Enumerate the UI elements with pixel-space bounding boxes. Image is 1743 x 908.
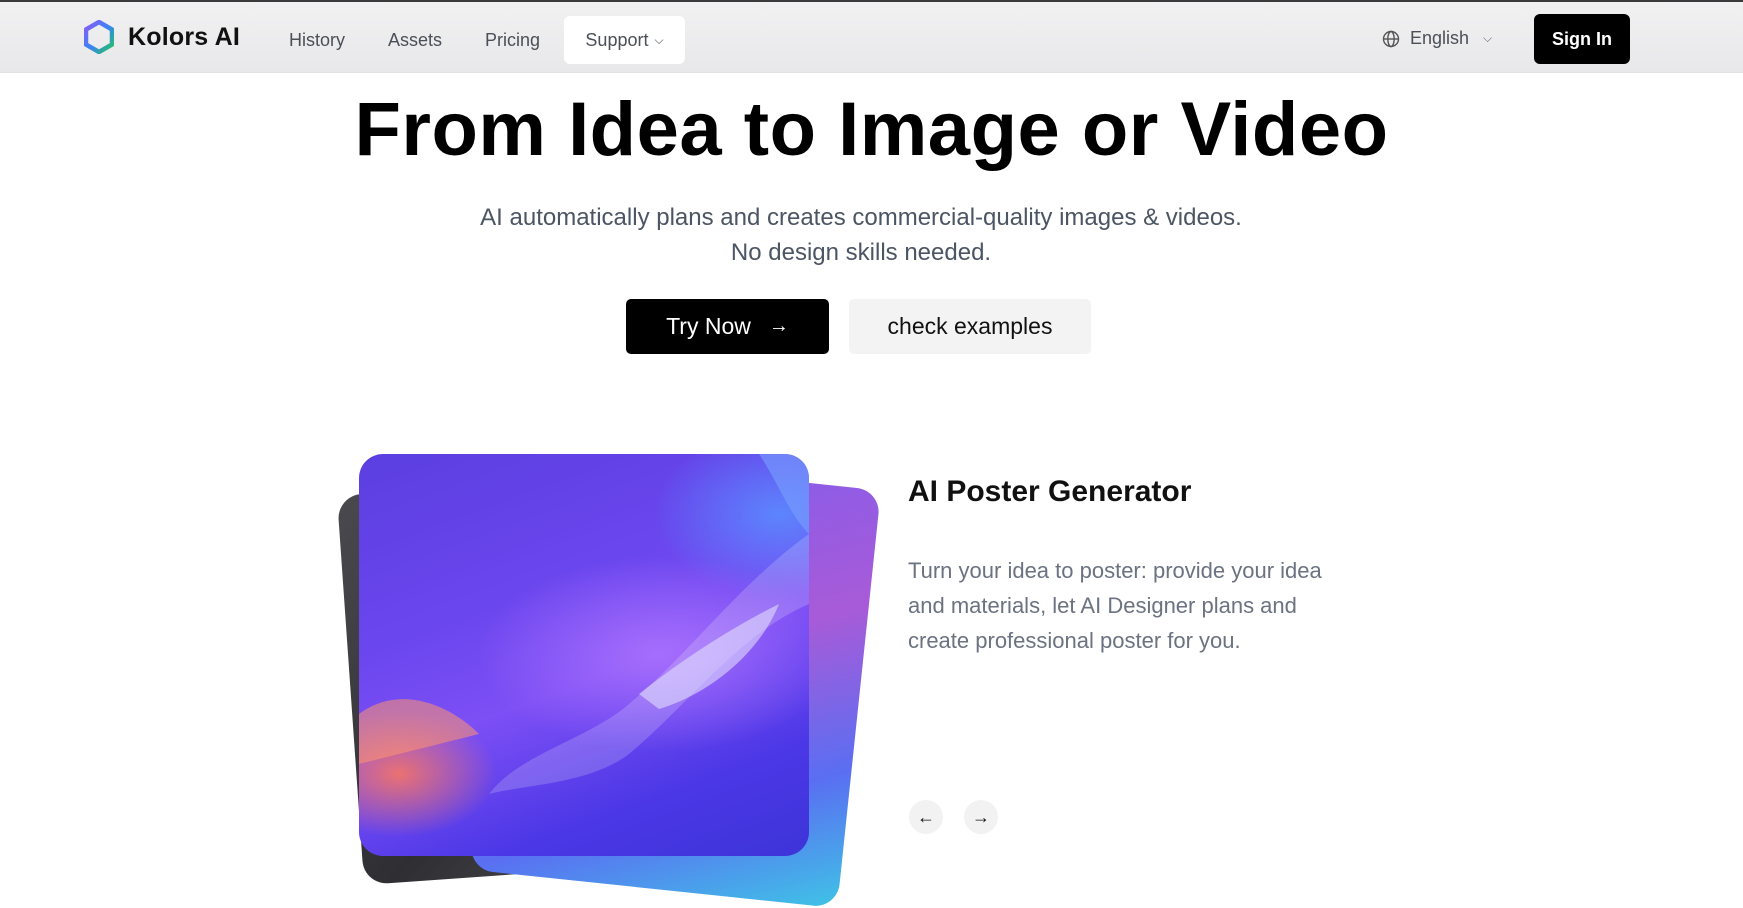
poster-card-stack <box>330 440 881 908</box>
check-examples-button[interactable]: check examples <box>849 299 1091 354</box>
feature-description: Turn your idea to poster: provide your i… <box>908 558 1322 653</box>
nav-history[interactable]: History <box>289 16 345 64</box>
hexagon-logo-icon <box>84 20 114 54</box>
poster-card-front <box>359 454 809 856</box>
top-navbar: Kolors AI History Assets Pricing Support… <box>0 2 1743 73</box>
arrow-left-icon: ← <box>917 806 935 827</box>
feature-title: AI Poster Generator <box>908 475 1192 508</box>
arrow-right-icon: → <box>768 315 789 337</box>
brand-name: Kolors AI <box>128 22 240 51</box>
brand[interactable]: Kolors AI <box>84 20 240 54</box>
chevron-down-icon: ⌵ <box>1483 31 1493 45</box>
hero-title: From Idea to Image or Video <box>354 87 1389 172</box>
abstract-wave-image <box>359 454 809 794</box>
nav-support-dropdown[interactable]: Support ⌵ <box>564 16 685 64</box>
try-now-button[interactable]: Try Now → <box>626 299 829 354</box>
arrow-right-icon: → <box>972 806 990 827</box>
nav-pricing[interactable]: Pricing <box>485 16 540 64</box>
globe-icon <box>1382 30 1400 47</box>
sign-in-button[interactable]: Sign In <box>1534 14 1630 64</box>
carousel-next-button[interactable]: → <box>964 800 998 834</box>
chevron-down-icon: ⌵ <box>654 33 664 47</box>
hero-subtitle: AI automatically plans and creates comme… <box>480 204 1242 266</box>
language-label: English <box>1410 28 1470 48</box>
language-selector[interactable]: English ⌵ <box>1382 28 1492 49</box>
nav-support-label: Support <box>585 30 649 50</box>
nav-assets[interactable]: Assets <box>388 16 442 64</box>
carousel-prev-button[interactable]: ← <box>909 800 943 834</box>
try-now-label: Try Now <box>666 313 751 339</box>
